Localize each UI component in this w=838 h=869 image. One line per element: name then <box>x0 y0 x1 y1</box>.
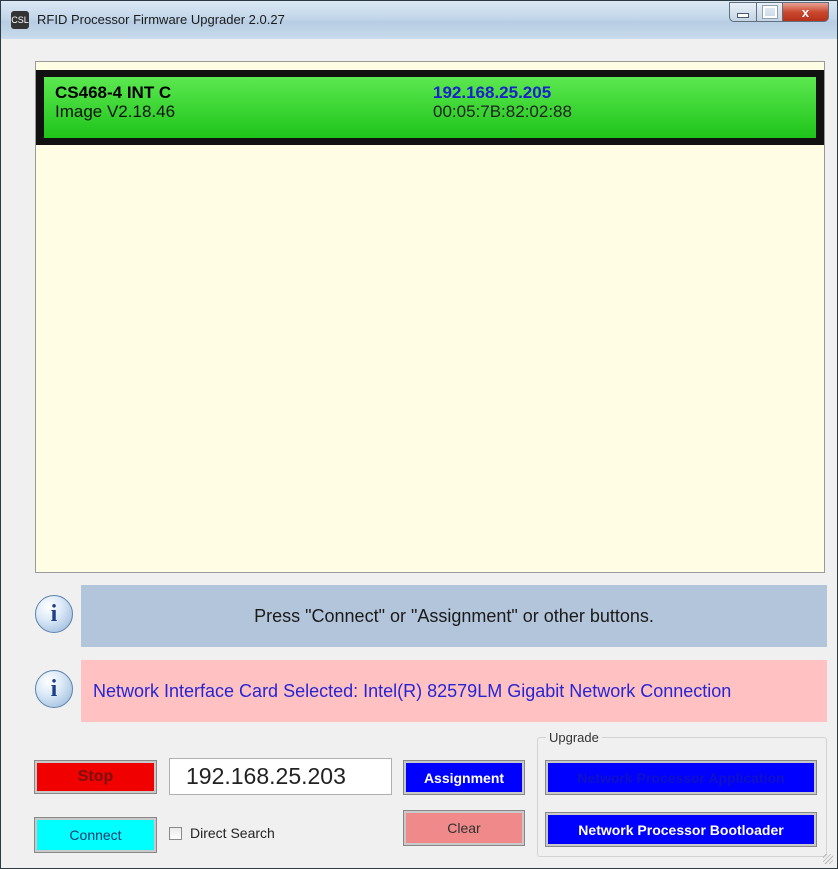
window-controls: x <box>729 2 829 22</box>
direct-search-label: Direct Search <box>190 825 275 841</box>
close-button[interactable]: x <box>783 2 829 22</box>
reader-ip-address: 192.168.25.205 <box>433 83 552 102</box>
window-title: RFID Processor Firmware Upgrader 2.0.27 <box>37 12 285 27</box>
status-message: Press "Connect" or "Assignment" or other… <box>81 585 827 647</box>
maximize-icon <box>761 5 778 19</box>
status-row: i Press "Connect" or "Assignment" or oth… <box>35 585 827 647</box>
stop-button[interactable]: Stop <box>34 760 157 794</box>
upgrade-group-label: Upgrade <box>546 730 602 745</box>
ip-address-input[interactable]: 192.168.25.203 <box>169 758 392 795</box>
reader-list[interactable]: CS468-4 INT C Image V2.18.46 192.168.25.… <box>35 61 825 573</box>
title-bar[interactable]: CSL RFID Processor Firmware Upgrader 2.0… <box>1 1 837 39</box>
reader-image-version: Image V2.18.46 <box>55 102 176 121</box>
nic-message: Network Interface Card Selected: Intel(R… <box>81 660 827 722</box>
minimize-button[interactable] <box>729 2 757 22</box>
info-icon: i <box>35 670 73 708</box>
reader-mac-address: 00:05:7B:82:02:88 <box>433 102 572 121</box>
connect-button[interactable]: Connect <box>34 817 157 853</box>
close-icon: x <box>801 4 810 20</box>
assignment-button[interactable]: Assignment <box>403 760 525 795</box>
direct-search-checkbox[interactable]: Direct Search <box>169 825 275 841</box>
info-icon: i <box>35 595 73 633</box>
resize-grip[interactable] <box>823 854 833 864</box>
reader-list-item[interactable]: CS468-4 INT C Image V2.18.46 192.168.25.… <box>36 70 824 145</box>
network-processor-bootloader-button[interactable]: Network Processor Bootloader <box>545 812 817 847</box>
reader-model: CS468-4 INT C <box>55 83 172 102</box>
checkbox-box[interactable] <box>169 826 182 840</box>
app-window: CSL RFID Processor Firmware Upgrader 2.0… <box>0 0 838 869</box>
clear-button[interactable]: Clear <box>403 810 525 846</box>
minimize-icon <box>737 12 749 18</box>
app-logo-icon: CSL <box>11 11 29 29</box>
network-processor-application-button[interactable]: Network Processor Application <box>545 760 817 795</box>
maximize-button[interactable] <box>757 2 783 22</box>
nic-row: i Network Interface Card Selected: Intel… <box>35 660 827 722</box>
reader-item-body: CS468-4 INT C Image V2.18.46 192.168.25.… <box>44 77 816 138</box>
